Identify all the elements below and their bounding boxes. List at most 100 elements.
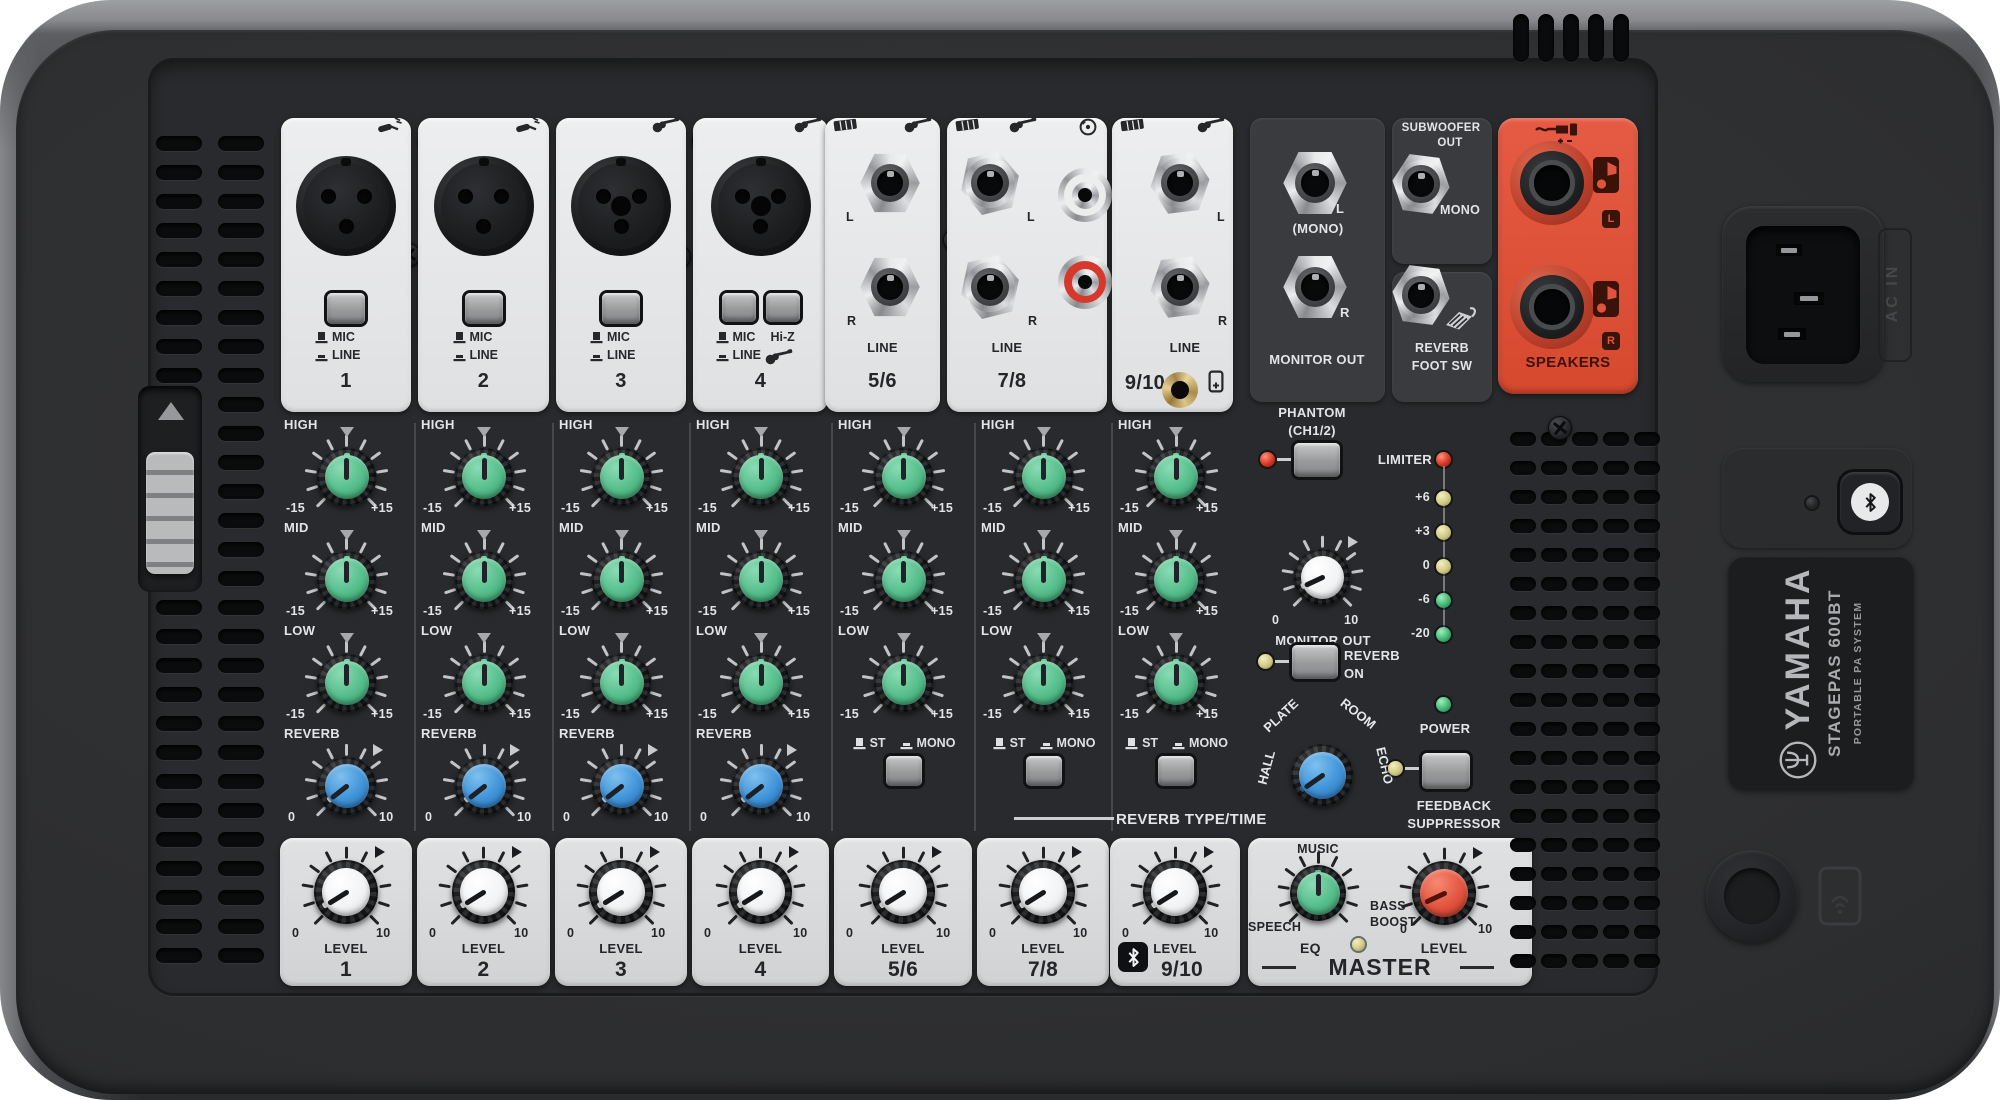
ch1-line-legend: LINE: [314, 348, 360, 362]
vent-slot: [1634, 722, 1660, 736]
ch7-8-strip: LRLINE7/8HIGH-15+15MID-15+15LOW-15+15STM…: [975, 115, 1112, 990]
vent-slot: [1510, 751, 1536, 765]
ch9-10-st-mono-switch[interactable]: [1158, 756, 1194, 786]
vent-slot: [1510, 548, 1536, 562]
ch2-reverb-knob[interactable]: [440, 742, 528, 830]
round-rubber-button-center: [1724, 868, 1780, 924]
ch4-low-label: LOW: [696, 623, 727, 638]
vent-slot: [218, 774, 264, 789]
master-level-knob[interactable]: [1396, 845, 1492, 941]
monitor-out-r-jack[interactable]: [1282, 254, 1348, 320]
monitor-out-l-jack[interactable]: [1282, 150, 1348, 216]
ch5-6-line-r-jack[interactable]: [859, 256, 921, 318]
vent-slot: [218, 426, 264, 441]
ch4-mid-label: MID: [696, 520, 721, 535]
knob-position-marker-icon: [932, 846, 942, 858]
brand-model: STAGEPAS 600BT: [1825, 589, 1845, 757]
vent-slot: [1634, 490, 1660, 504]
ch4-reverb-knob[interactable]: [717, 742, 805, 830]
meter-led--20: [1436, 627, 1451, 642]
meter-minus6-label: -6: [1390, 592, 1430, 606]
ch2-level-min: 0: [429, 926, 436, 940]
reverb-on-switch[interactable]: [1292, 645, 1338, 679]
ch1-level-label: LEVEL: [280, 941, 412, 956]
ch1-mic-line-switch[interactable]: [327, 293, 365, 324]
phantom-switch[interactable]: [1294, 443, 1340, 477]
ch4-input-jack[interactable]: [711, 156, 811, 256]
ch3-reverb-knob[interactable]: [578, 742, 666, 830]
master-dash-right: [1460, 966, 1494, 969]
ch1-mid-label: MID: [284, 520, 309, 535]
subwoofer-out-jack[interactable]: [1391, 154, 1451, 214]
ch3-mic-legend: MIC: [589, 330, 630, 344]
vent-slot: [156, 310, 202, 325]
vent-slot: [156, 861, 202, 876]
ch4-hi-z-switch[interactable]: [766, 293, 800, 322]
speaker-l-jack[interactable]: [1510, 141, 1594, 225]
monitor-out-knob[interactable]: [1279, 534, 1365, 620]
reverb-foot-sw-jack[interactable]: [1391, 265, 1451, 325]
meter-led-+6: [1436, 491, 1451, 506]
ch7-8-rca-r-jack[interactable]: [1058, 255, 1112, 309]
ch7-8-st-mono-switch[interactable]: [1026, 756, 1062, 786]
ch4-input-panel: MICLINEHi-Z4: [693, 118, 828, 412]
ch7-8-low-label: LOW: [981, 623, 1012, 638]
vent-slot: [1541, 722, 1567, 736]
ch9-10-mini-jack[interactable]: [1162, 372, 1198, 408]
vent-slot: [1572, 954, 1598, 968]
ch5-6-st-mono-switch[interactable]: [886, 756, 922, 786]
vent-slot: [1572, 838, 1598, 852]
knob-position-marker-icon: [615, 633, 629, 643]
ch2-mic-line-switch[interactable]: [465, 293, 503, 324]
ch3-input-jack[interactable]: [571, 156, 671, 256]
ch7-8-line-l-jack[interactable]: [959, 152, 1021, 214]
ch1-high-min: -15: [286, 501, 305, 515]
master-eq-knob[interactable]: [1275, 850, 1361, 936]
knob-position-marker-icon: [1037, 427, 1051, 437]
knob-position-marker-icon: [789, 846, 799, 858]
knob-position-marker-icon: [340, 530, 354, 540]
ch7-8-rca-l-jack[interactable]: [1058, 168, 1112, 222]
ch2-reverb-min: 0: [425, 810, 432, 824]
ch1-input-jack[interactable]: [296, 156, 396, 256]
ch9-10-line-r-jack[interactable]: [1149, 256, 1211, 318]
ch5-6-line-l-jack[interactable]: [859, 152, 921, 214]
vent-slot: [1572, 693, 1598, 707]
speaker-r-jack[interactable]: [1510, 265, 1594, 349]
vent-slot: [1510, 809, 1536, 823]
mixer-release-latch[interactable]: [146, 452, 194, 574]
guitar-source-icon: [652, 116, 680, 138]
ch9-10-line-l-jack[interactable]: [1149, 152, 1211, 214]
ch3-mic-line-switch[interactable]: [602, 293, 640, 324]
bluetooth-pairing-button[interactable]: [1840, 472, 1900, 532]
ch1-input-panel: MICLINE1: [281, 118, 411, 412]
ch9-10-low-min: -15: [1120, 707, 1139, 721]
yamaha-tuning-fork-logo-icon: [1778, 740, 1818, 780]
feedback-suppressor-switch[interactable]: [1422, 753, 1470, 789]
ch1-reverb-knob[interactable]: [303, 742, 391, 830]
knob-position-marker-icon: [1204, 846, 1214, 858]
ch7-8-low-min: -15: [983, 707, 1002, 721]
screw: [1548, 416, 1572, 440]
meter-led-+3: [1436, 525, 1451, 540]
ch7-8-line-r-jack[interactable]: [959, 256, 1021, 318]
knob-position-marker-icon: [1072, 846, 1082, 858]
ch4-mic-line-switch[interactable]: [722, 293, 756, 322]
vent-slot: [1541, 867, 1567, 881]
vent-slot: [218, 194, 264, 209]
vent-slot: [1603, 867, 1629, 881]
reverb-type-time-knob[interactable]: [1275, 728, 1369, 822]
vent-slot: [1603, 925, 1629, 939]
reverb-on-label-1: REVERB: [1344, 648, 1400, 663]
vent-slot: [156, 832, 202, 847]
vent-slot: [1510, 867, 1536, 881]
monitor-mono-label: (MONO): [1274, 221, 1362, 236]
vent-slot: [1572, 635, 1598, 649]
vent-slot: [1541, 577, 1567, 591]
ch7-8-high-min: -15: [983, 501, 1002, 515]
vent-slot: [1572, 461, 1598, 475]
ch2-input-jack[interactable]: [434, 156, 534, 256]
ch9-10-mid-label: MID: [1118, 520, 1143, 535]
vent-slot: [1603, 635, 1629, 649]
vent-slot: [1510, 461, 1536, 475]
